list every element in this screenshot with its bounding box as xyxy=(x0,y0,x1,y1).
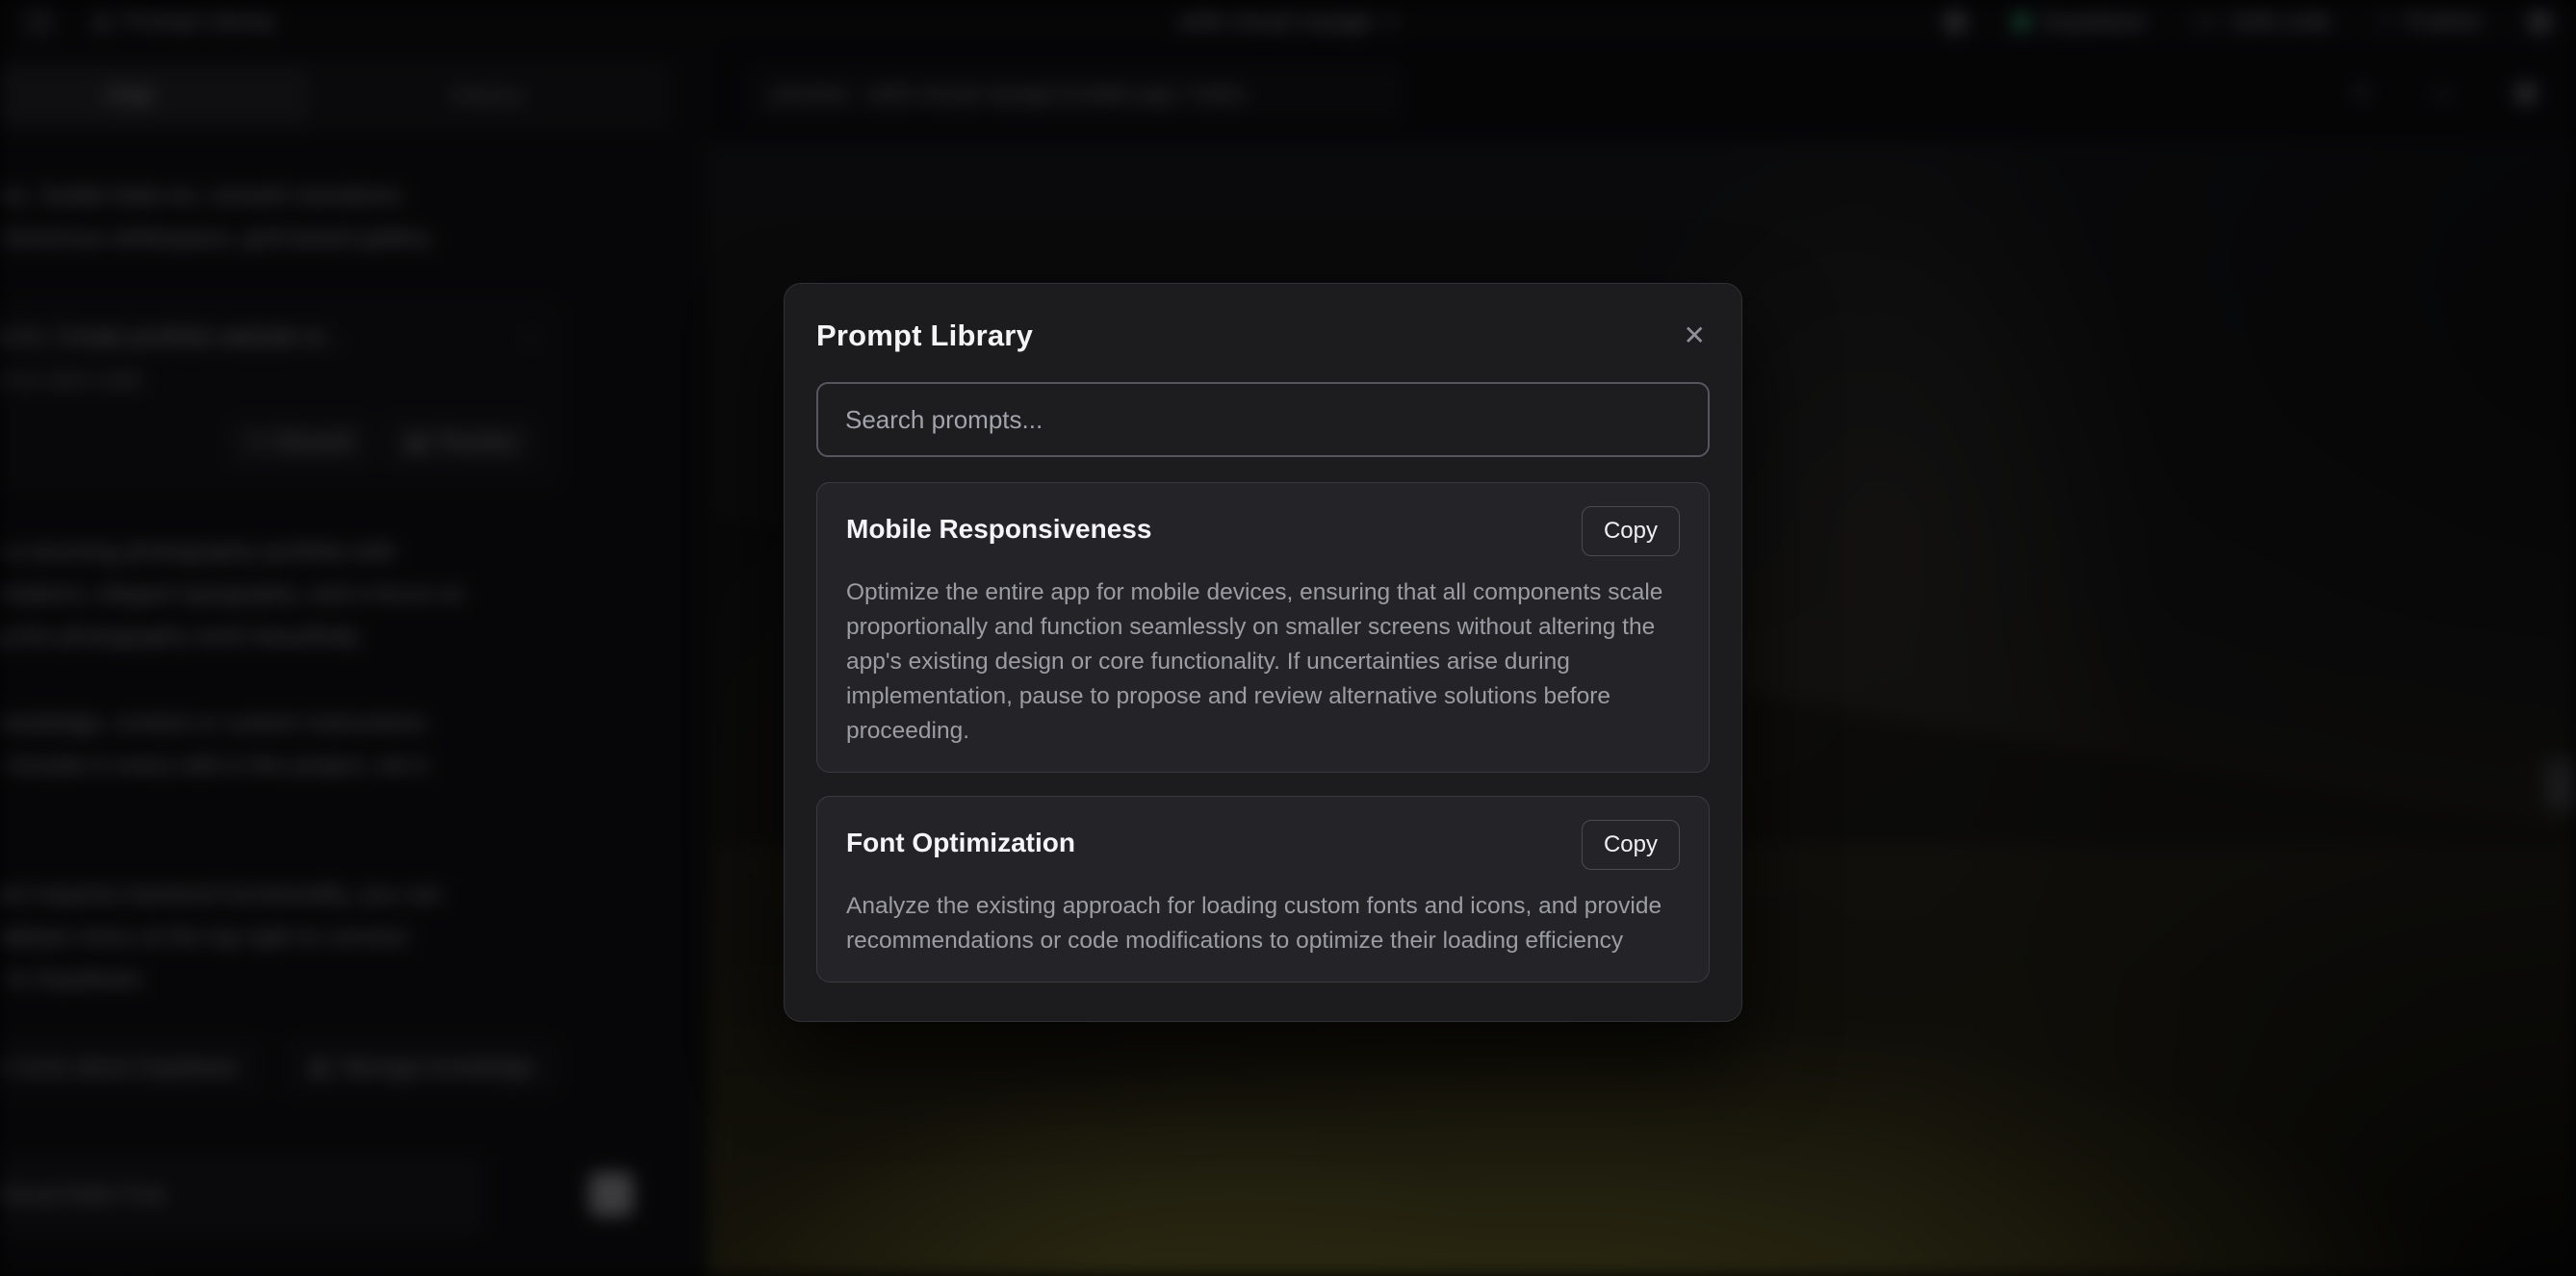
close-icon[interactable]: ✕ xyxy=(1680,319,1710,353)
modal-title: Prompt Library xyxy=(816,319,1033,353)
prompt-title: Font Optimization xyxy=(846,820,1075,858)
screen: ▤ Prompt Library artfo visual voyage ▾ S… xyxy=(0,0,2576,1276)
prompt-library-modal: Prompt Library ✕ Mobile Responsiveness C… xyxy=(784,283,1742,1022)
prompt-list: Mobile Responsiveness Copy Optimize the … xyxy=(816,482,1710,1000)
prompt-description: Optimize the entire app for mobile devic… xyxy=(846,575,1680,749)
search-input[interactable] xyxy=(816,382,1710,457)
prompt-card-font-optimization: Font Optimization Copy Analyze the exist… xyxy=(816,796,1710,983)
copy-button[interactable]: Copy xyxy=(1582,820,1680,870)
prompt-title: Mobile Responsiveness xyxy=(846,506,1151,545)
copy-button[interactable]: Copy xyxy=(1582,506,1680,556)
prompt-card-mobile-responsiveness: Mobile Responsiveness Copy Optimize the … xyxy=(816,482,1710,773)
prompt-description: Analyze the existing approach for loadin… xyxy=(846,889,1680,958)
